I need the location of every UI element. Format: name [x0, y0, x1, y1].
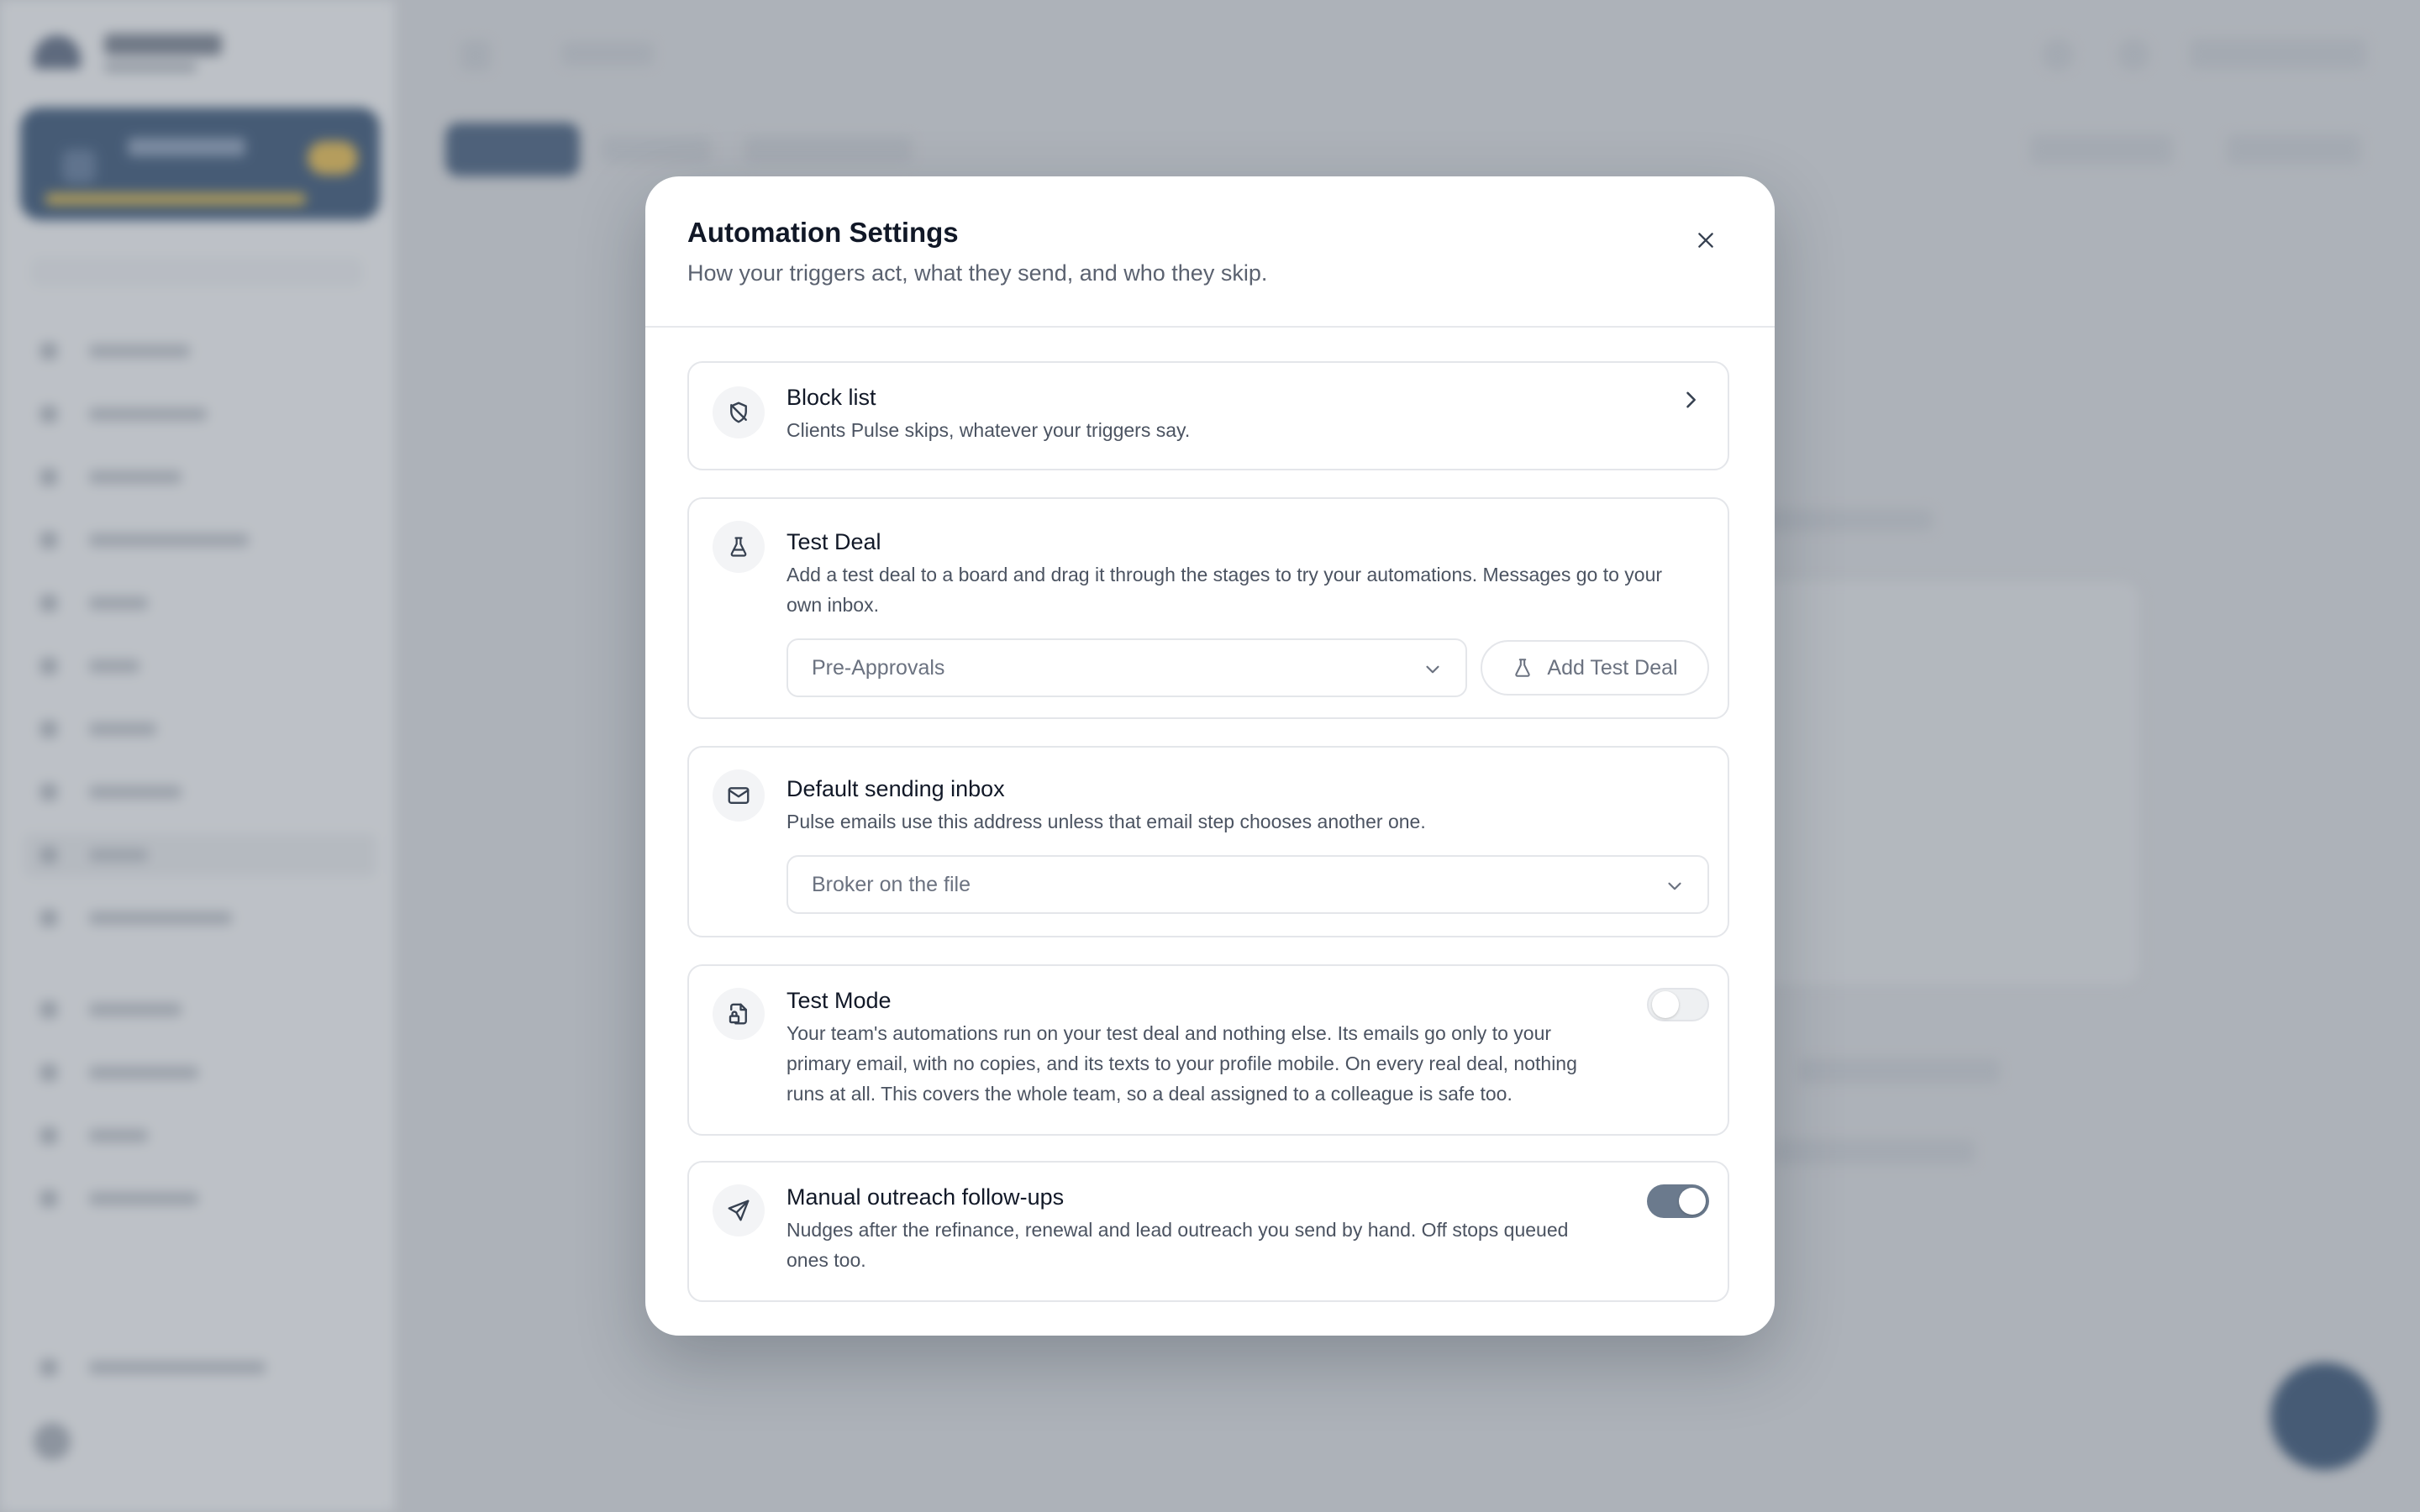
manual-outreach-card: Manual outreach follow-ups Nudges after …: [687, 1161, 1729, 1302]
send-icon: [713, 1184, 765, 1236]
close-icon: [1698, 233, 1713, 248]
chevron-down-icon: [1668, 882, 1681, 890]
dialog-header: Automation Settings How your triggers ac…: [645, 176, 1775, 328]
close-button[interactable]: [1687, 222, 1724, 259]
add-test-deal-label: Add Test Deal: [1547, 655, 1678, 680]
test-deal-board-select-value: Pre-Approvals: [812, 655, 945, 680]
test-deal-card: Test Deal Add a test deal to a board and…: [687, 497, 1729, 719]
default-inbox-select[interactable]: Broker on the file: [786, 855, 1709, 914]
chevron-right-icon: [1686, 391, 1696, 408]
manual-outreach-title: Manual outreach follow-ups: [786, 1184, 1065, 1210]
toggle-knob: [1679, 1188, 1706, 1215]
block-list-description: Clients Pulse skips, whatever your trigg…: [786, 419, 1191, 441]
test-deal-board-select[interactable]: Pre-Approvals: [786, 638, 1467, 697]
manual-outreach-toggle[interactable]: [1647, 1184, 1709, 1218]
test-mode-title: Test Mode: [786, 988, 892, 1013]
block-list-card[interactable]: Block list Clients Pulse skips, whatever…: [687, 361, 1729, 470]
block-list-title: Block list: [786, 385, 876, 410]
flask-icon: [713, 521, 765, 573]
default-inbox-card: Default sending inbox Pulse emails use t…: [687, 746, 1729, 937]
add-test-deal-button[interactable]: Add Test Deal: [1481, 640, 1709, 696]
test-mode-toggle[interactable]: [1647, 988, 1709, 1021]
test-deal-title: Test Deal: [786, 529, 881, 554]
flask-icon: [1515, 659, 1531, 677]
chevron-down-icon: [1426, 665, 1439, 674]
dialog-subtitle: How your triggers act, what they send, a…: [687, 260, 1268, 286]
default-inbox-title: Default sending inbox: [786, 776, 1005, 801]
automation-settings-dialog: Automation Settings How your triggers ac…: [645, 176, 1775, 1336]
test-mode-card: Test Mode Your team's automations run on…: [687, 964, 1729, 1136]
file-lock-icon: [713, 988, 765, 1040]
manual-outreach-description: Nudges after the refinance, renewal and …: [786, 1219, 1569, 1271]
test-mode-description: Your team's automations run on your test…: [786, 1022, 1577, 1105]
default-inbox-description: Pulse emails use this address unless tha…: [786, 811, 1426, 832]
shield-off-icon: [713, 386, 765, 438]
mail-icon: [713, 769, 765, 822]
default-inbox-select-value: Broker on the file: [812, 872, 971, 896]
toggle-knob: [1652, 991, 1679, 1018]
test-deal-description: Add a test deal to a board and drag it t…: [786, 564, 1663, 616]
dialog-title: Automation Settings: [687, 217, 959, 248]
